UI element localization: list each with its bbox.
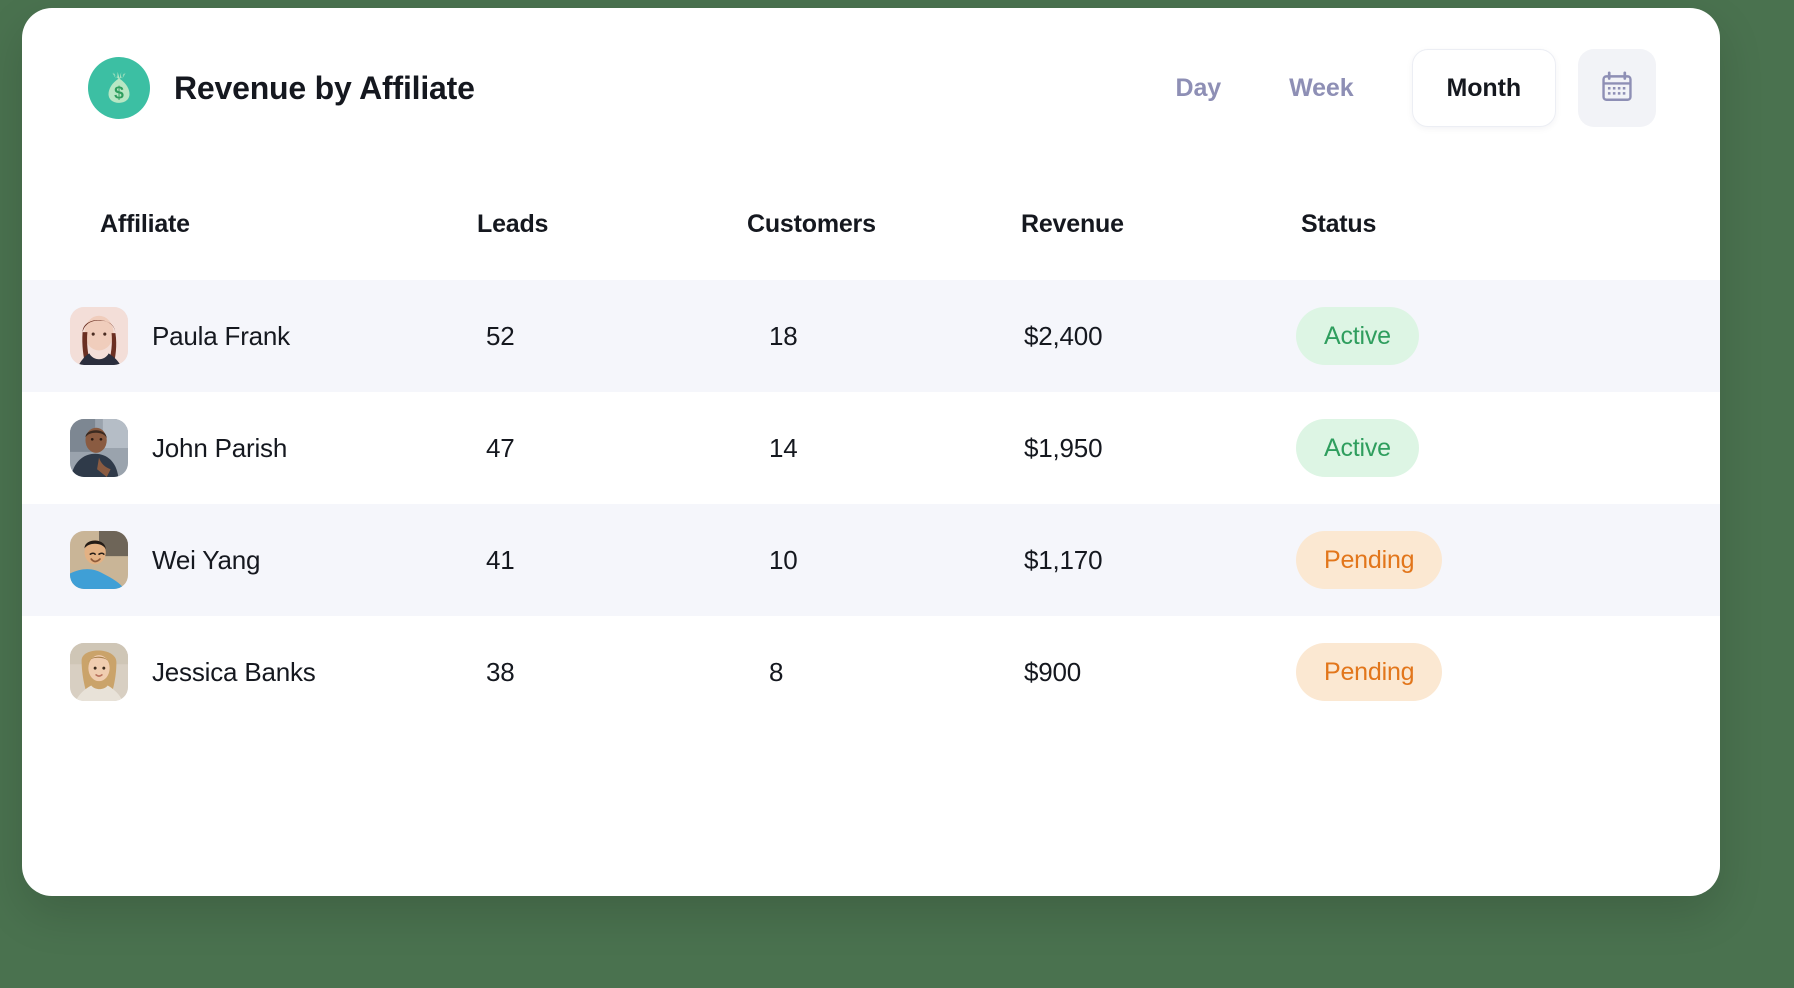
affiliate-table: Affiliate Leads Customers Revenue Status [22,168,1720,728]
status-cell: Active [1296,419,1672,477]
calendar-button[interactable] [1578,49,1656,127]
range-tab-month[interactable]: Month [1411,49,1556,127]
range-tab-day[interactable]: Day [1142,74,1256,103]
range-tab-week[interactable]: Week [1255,74,1387,103]
avatar-paula-frank [70,307,128,365]
status-cell: Pending [1296,643,1672,701]
column-header-affiliate: Affiliate [100,209,190,238]
status-cell: Active [1296,307,1672,365]
affiliate-name: John Parish [152,432,288,463]
revenue-value: $1,950 [1024,432,1103,463]
avatar-wei-yang [70,531,128,589]
affiliate-name: Jessica Banks [152,656,316,687]
status-cell: Pending [1296,531,1672,589]
status-badge: Active [1296,419,1419,477]
customers-value: 18 [769,320,798,351]
column-header-revenue: Revenue [1021,209,1124,238]
affiliate-cell: Jessica Banks [70,643,470,701]
leads-value: 52 [486,320,515,351]
leads-value: 38 [486,656,515,687]
status-badge: Active [1296,307,1419,365]
avatar-john-parish [70,419,128,477]
card-header: $ Revenue by Affiliate Day Week Month [22,8,1720,168]
affiliate-name: Wei Yang [152,544,261,575]
money-bag-icon: $ [88,57,150,119]
calendar-icon [1600,70,1634,107]
affiliate-cell: Paula Frank [70,307,470,365]
customers-value: 8 [769,656,784,687]
table-row[interactable]: Paula Frank 52 18 $2,400 Active [22,280,1720,392]
column-header-customers: Customers [747,209,876,238]
table-row[interactable]: Jessica Banks 38 8 $900 Pending [22,616,1720,728]
status-badge: Pending [1296,531,1443,589]
leads-value: 47 [486,432,515,463]
affiliate-cell: John Parish [70,419,470,477]
table-row[interactable]: John Parish 47 14 $1,950 Active [22,392,1720,504]
range-selector: Day Week Month [1142,49,1656,127]
column-header-status: Status [1301,209,1377,238]
column-header-leads: Leads [477,209,549,238]
affiliate-name: Paula Frank [152,320,290,351]
leads-value: 41 [486,544,515,575]
customers-value: 10 [769,544,798,575]
revenue-value: $2,400 [1024,320,1103,351]
customers-value: 14 [769,432,798,463]
brand: $ Revenue by Affiliate [88,57,475,119]
revenue-by-affiliate-card: $ Revenue by Affiliate Day Week Month Af… [22,8,1720,896]
page-title: Revenue by Affiliate [174,69,475,106]
table-header-row: Affiliate Leads Customers Revenue Status [22,168,1720,280]
svg-text:$: $ [114,83,124,103]
status-badge: Pending [1296,643,1443,701]
avatar-jessica-banks [70,643,128,701]
affiliate-cell: Wei Yang [70,531,470,589]
table-row[interactable]: Wei Yang 41 10 $1,170 Pending [22,504,1720,616]
revenue-value: $900 [1024,656,1082,687]
revenue-value: $1,170 [1024,544,1103,575]
